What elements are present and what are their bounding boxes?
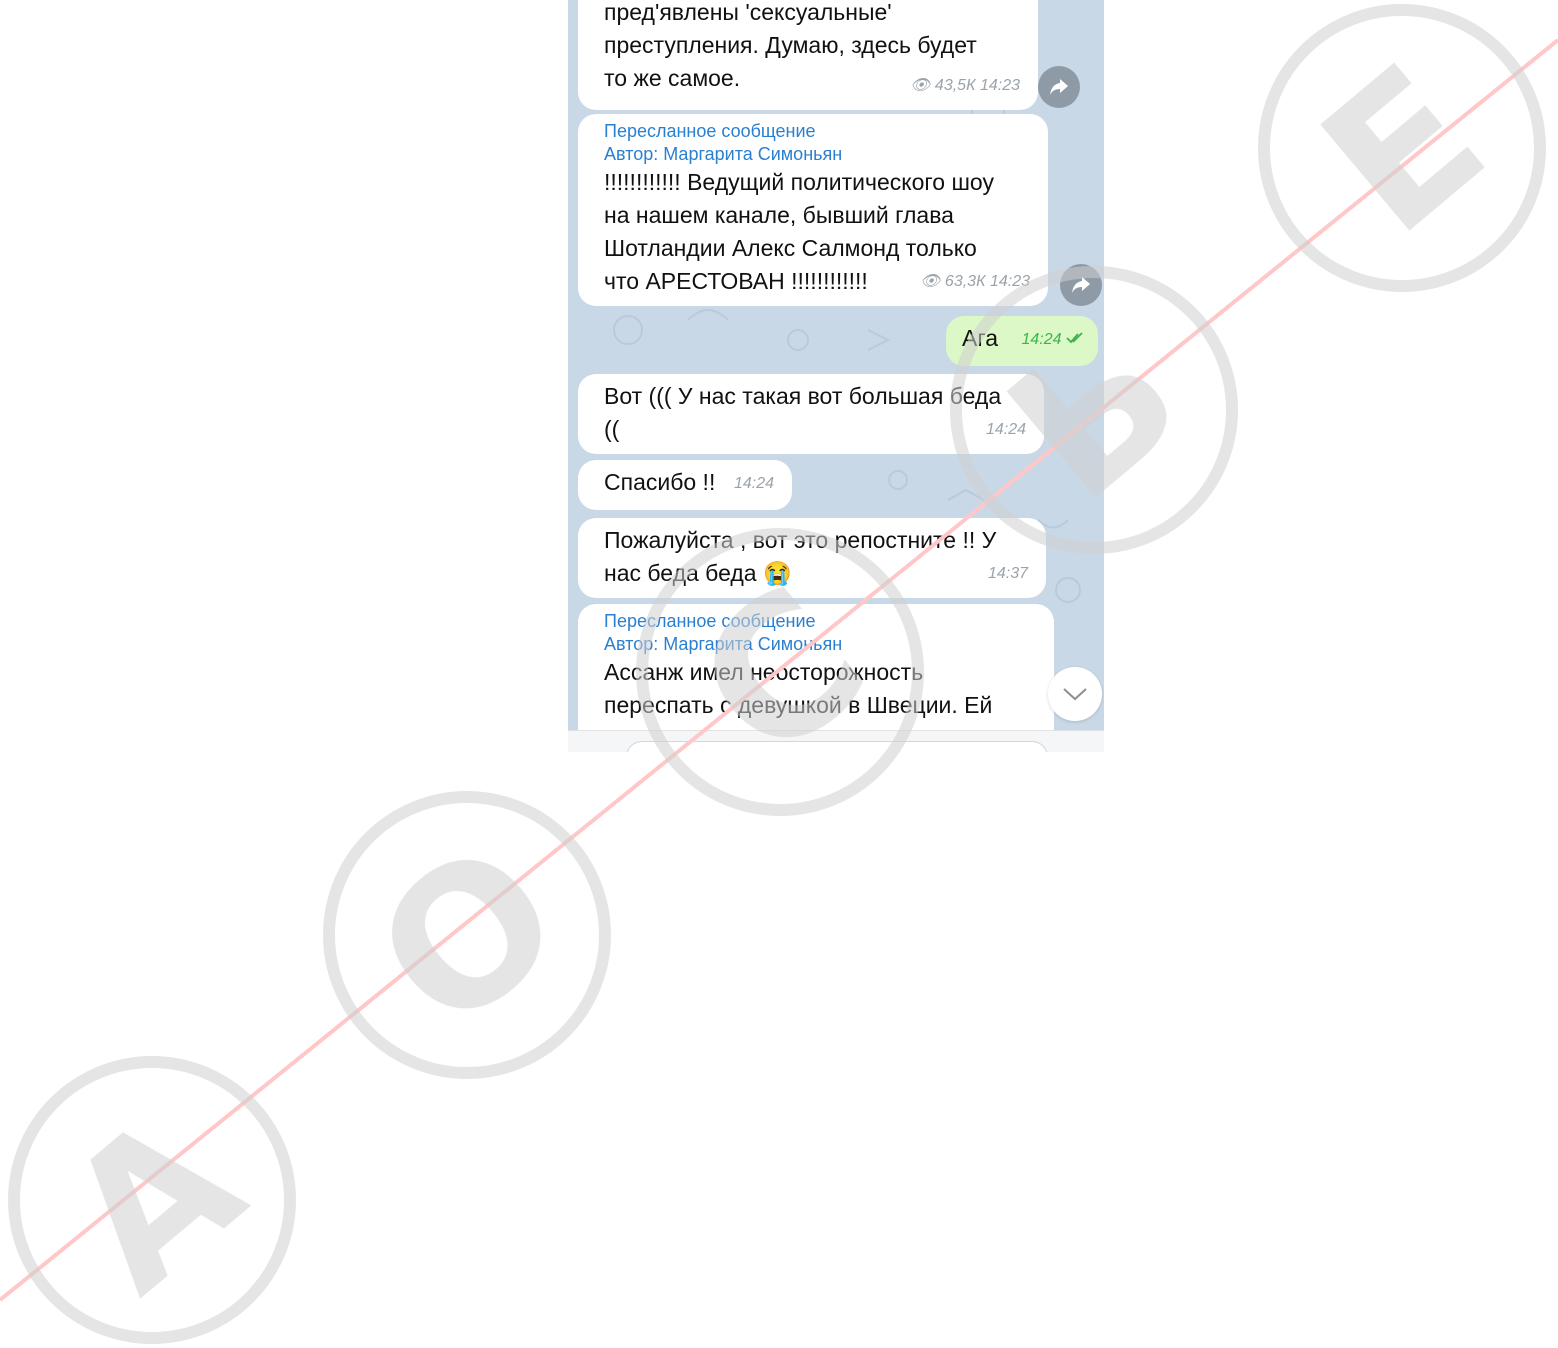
message-time: 14:23 xyxy=(989,273,1030,290)
watermark-letter: Е xyxy=(1283,24,1524,277)
double-check-icon xyxy=(1066,332,1083,344)
input-bar xyxy=(568,730,1104,752)
forward-author[interactable]: Автор: Маргарита Симоньян xyxy=(604,143,1032,166)
message-time: 14:23 xyxy=(979,77,1020,94)
message-meta: 14:24 xyxy=(1022,323,1085,356)
scroll-down-button[interactable] xyxy=(1048,667,1102,721)
message-bubble-forwarded[interactable]: Пересланное сообщение Автор: Маргарита С… xyxy=(578,114,1048,306)
message-bubble[interactable]: Пожалуйста , вот это репостните !! У нас… xyxy=(578,518,1046,598)
message-text: Вот ((( У нас такая вот большая беда (( xyxy=(604,383,1002,442)
message-text: Ассанж имел неосторожность переспать с д… xyxy=(604,659,993,718)
message-meta: 👁 63,3К 14:23 xyxy=(920,265,1030,298)
message-meta: 👁 43,5К 14:23 xyxy=(910,69,1020,102)
message-bubble[interactable]: пред'явлены 'сексуальные' преступления. … xyxy=(578,0,1038,110)
share-icon xyxy=(1050,79,1068,95)
eye-icon: 👁 xyxy=(920,273,941,290)
message-bubble[interactable]: Вот ((( У нас такая вот большая беда (( … xyxy=(578,374,1044,454)
chat-screen: пред'явлены 'сексуальные' преступления. … xyxy=(568,0,1104,752)
watermark-letter: А xyxy=(26,1070,281,1334)
message-bubble-outgoing[interactable]: Ага 14:24 xyxy=(946,316,1098,366)
chevron-down-icon xyxy=(1063,688,1087,701)
message-bubble[interactable]: Спасибо !! 14:24 xyxy=(578,460,792,510)
message-time: 14:24 xyxy=(985,421,1026,438)
forwarded-label: Пересланное сообщение xyxy=(604,121,816,141)
message-time: 14:24 xyxy=(1021,331,1062,348)
message-text: Пожалуйста , вот это репостните !! У нас… xyxy=(604,527,997,586)
watermark-circle xyxy=(323,791,611,1079)
message-input[interactable] xyxy=(626,741,1048,752)
message-time: 14:37 xyxy=(987,565,1028,582)
message-meta: 14:37 xyxy=(988,557,1028,590)
share-button[interactable] xyxy=(1038,66,1080,108)
message-meta: 14:24 xyxy=(734,467,774,500)
message-text: Ага xyxy=(962,325,999,351)
forward-author[interactable]: Автор: Маргарита Симоньян xyxy=(604,633,1038,656)
share-icon xyxy=(1072,277,1090,293)
eye-icon: 👁 xyxy=(910,77,931,94)
watermark-circle xyxy=(1258,4,1546,292)
message-text: Спасибо !! xyxy=(604,469,716,495)
view-count: 43,5К xyxy=(934,77,976,94)
message-time: 14:24 xyxy=(733,475,774,492)
watermark-letter: О xyxy=(336,800,602,1073)
share-button[interactable] xyxy=(1060,264,1102,306)
view-count: 63,3К xyxy=(944,273,986,290)
message-meta: 14:24 xyxy=(986,413,1026,446)
watermark-circle xyxy=(8,1056,296,1344)
forwarded-label: Пересланное сообщение xyxy=(604,611,816,631)
